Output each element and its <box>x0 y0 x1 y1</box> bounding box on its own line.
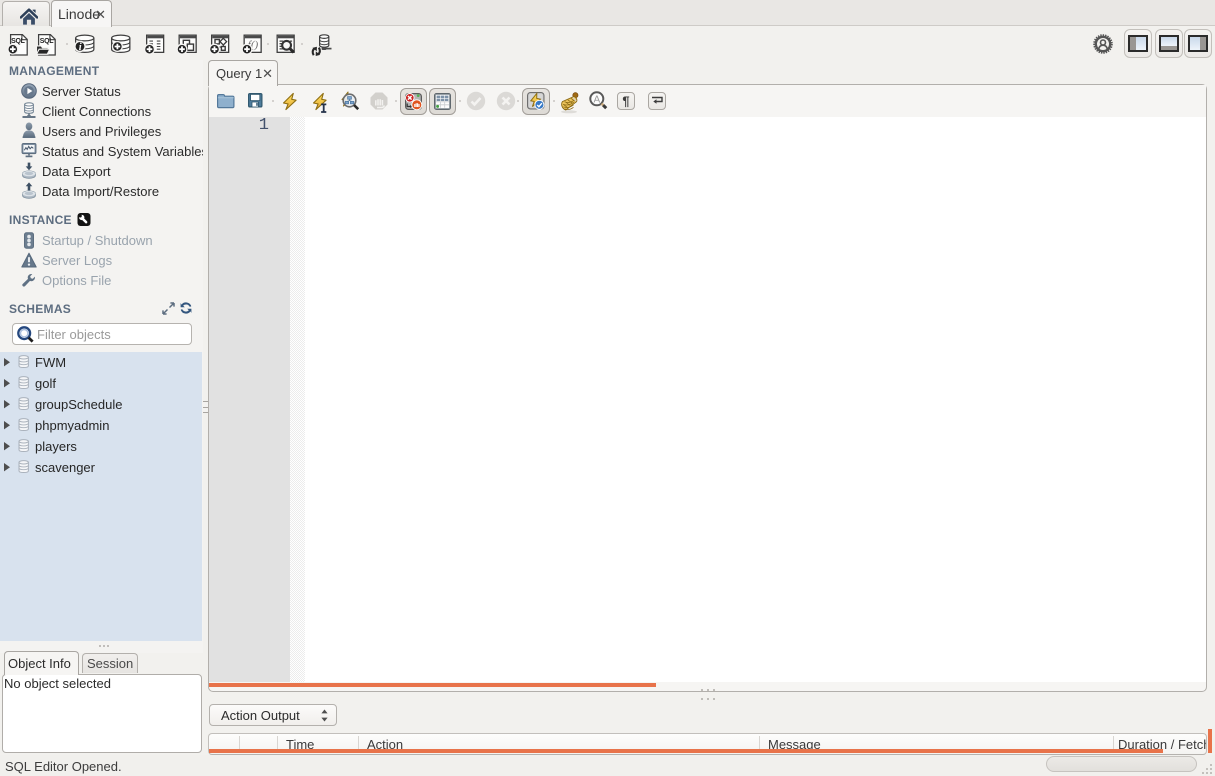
svg-text:SQL: SQL <box>40 38 55 45</box>
svg-text:i: i <box>79 42 82 53</box>
svg-text:¶: ¶ <box>622 94 629 109</box>
svg-text:A: A <box>593 94 600 105</box>
